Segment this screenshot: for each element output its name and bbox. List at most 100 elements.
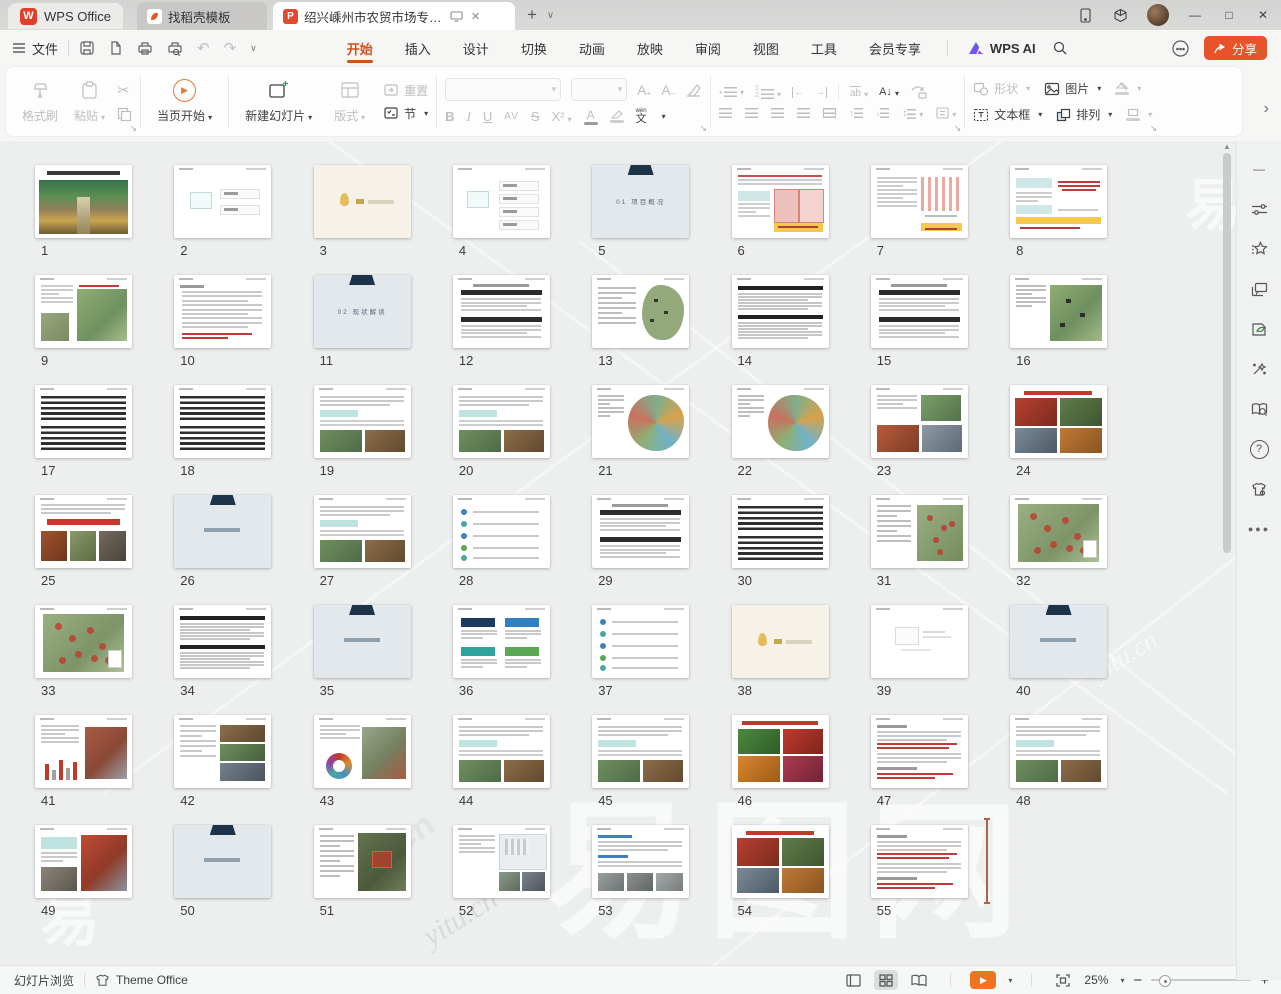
slide-thumbnail-14[interactable] (732, 275, 829, 348)
slide-thumbnail-31[interactable] (871, 495, 968, 568)
menu-tab-5[interactable]: 动画 (563, 30, 621, 66)
picture-button[interactable]: 图片▾ (1044, 80, 1101, 97)
slide-thumbnail-40[interactable] (1010, 605, 1107, 678)
smartart-convert-icon[interactable] (910, 85, 927, 99)
scrollbar-thumb[interactable] (1223, 153, 1231, 553)
slide-thumbnail-46[interactable] (732, 715, 829, 788)
slide-thumbnail-12[interactable] (453, 275, 550, 348)
search-icon[interactable] (1052, 40, 1068, 56)
menu-tab-1[interactable]: 开始 (331, 30, 389, 66)
save-icon[interactable] (79, 40, 95, 56)
theme-name-label[interactable]: Theme Office (116, 973, 188, 987)
app-center-cube-icon[interactable] (1113, 8, 1129, 23)
slide-thumbnail-25[interactable] (35, 495, 132, 568)
find-browse-icon[interactable] (1245, 395, 1273, 423)
slide-thumbnail-32[interactable] (1010, 495, 1107, 568)
slide-thumbnail-20[interactable] (453, 385, 550, 458)
slide-thumbnail-28[interactable] (453, 495, 550, 568)
redo-icon[interactable]: ↷ (224, 39, 237, 57)
distribute-button[interactable] (823, 108, 836, 118)
slide-thumbnail-49[interactable] (35, 825, 132, 898)
slide-thumbnail-35[interactable] (314, 605, 411, 678)
slide-thumbnail-47[interactable] (871, 715, 968, 788)
more-options-icon[interactable]: ●●● (1245, 515, 1273, 543)
fit-to-window-icon[interactable] (1051, 970, 1075, 990)
play-from-current-button[interactable]: ▶ 当页开始▾ (149, 76, 220, 127)
slide-thumbnail-48[interactable] (1010, 715, 1107, 788)
slide-thumbnail-21[interactable] (592, 385, 689, 458)
slide-thumbnail-45[interactable] (592, 715, 689, 788)
textbox-button[interactable]: 文本框▾ (973, 106, 1042, 123)
menu-tab-8[interactable]: 视图 (737, 30, 795, 66)
file-menu[interactable]: 文件 (12, 39, 58, 58)
slide-thumbnail-34[interactable] (174, 605, 271, 678)
slide-thumbnail-50[interactable] (174, 825, 271, 898)
slide-thumbnail-43[interactable] (314, 715, 411, 788)
export-icon[interactable] (109, 40, 123, 56)
char-border-button[interactable]: ab▾ (850, 86, 868, 99)
menu-tab-9[interactable]: 工具 (795, 30, 853, 66)
phonetic-guide-button[interactable]: wén 文 (636, 108, 647, 125)
app-brand[interactable]: W WPS Office (8, 3, 123, 29)
slide-thumbnail-11[interactable]: 02 现状解读 (314, 275, 411, 348)
slide-thumbnail-33[interactable] (35, 605, 132, 678)
maximize-button[interactable]: □ (1221, 8, 1237, 22)
print-icon[interactable] (137, 41, 153, 56)
zoom-slider-knob[interactable] (1159, 975, 1171, 987)
mobile-link-icon[interactable] (1079, 8, 1095, 23)
justify-button[interactable] (797, 108, 810, 118)
slide-thumbnail-51[interactable] (314, 825, 411, 898)
line-spacing-button[interactable]: ↕▾ (902, 108, 923, 119)
tab-list-chevron-icon[interactable]: ∨ (547, 10, 554, 21)
screen-share-icon[interactable] (450, 11, 463, 22)
scroll-up-arrow-icon[interactable]: ▲ (1222, 142, 1232, 151)
assistant-icon[interactable] (1171, 39, 1190, 58)
undo-icon[interactable]: ↶ (197, 39, 210, 57)
slide-thumbnail-54[interactable] (732, 825, 829, 898)
favorites-star-icon[interactable] (1245, 235, 1273, 263)
strikethrough-button[interactable]: S (531, 109, 540, 124)
slide-thumbnail-44[interactable] (453, 715, 550, 788)
slide-sorter-view-icon[interactable] (874, 970, 898, 990)
play-options-chevron-icon[interactable]: ▾ (1008, 976, 1012, 985)
slide-thumbnail-39[interactable] (871, 605, 968, 678)
close-window-button[interactable]: ✕ (1255, 8, 1271, 22)
slide-thumbnail-3[interactable] (314, 165, 411, 238)
slide-thumbnail-42[interactable] (174, 715, 271, 788)
zoom-out-button[interactable]: − (1133, 972, 1142, 989)
shapes-button[interactable]: 形状▾ (973, 80, 1030, 97)
slide-thumbnail-30[interactable] (732, 495, 829, 568)
menu-tab-4[interactable]: 切换 (505, 30, 563, 66)
paste-button[interactable]: 粘贴▾ (66, 76, 113, 127)
format-painter-button[interactable]: 格式刷 (14, 76, 66, 127)
slide-thumbnail-4[interactable] (453, 165, 550, 238)
italic-button[interactable]: I (467, 109, 471, 125)
slide-thumbnail-7[interactable] (871, 165, 968, 238)
dialog-launcher-icon[interactable]: ↘ (1150, 123, 1158, 134)
sign-leaf-icon[interactable] (1245, 315, 1273, 343)
font-color-button[interactable]: A (584, 109, 598, 125)
move-down-button[interactable]: ↓ (876, 108, 890, 118)
dialog-launcher-icon[interactable]: ↘ (130, 123, 138, 134)
vertical-align-button[interactable]: ▾ (936, 107, 956, 119)
slide-thumbnail-24[interactable] (1010, 385, 1107, 458)
share-button[interactable]: 分享 (1204, 36, 1267, 60)
properties-sliders-icon[interactable] (1245, 195, 1273, 223)
slide-thumbnail-41[interactable] (35, 715, 132, 788)
font-size-select[interactable]: ▾ (571, 78, 627, 101)
vertical-scrollbar[interactable]: ▲ (1222, 141, 1232, 966)
bullets-button[interactable]: •▾ (719, 87, 744, 97)
align-center-button[interactable] (745, 108, 758, 118)
reading-view-icon[interactable] (907, 970, 931, 990)
menu-tab-6[interactable]: 放映 (621, 30, 679, 66)
shrink-font-button[interactable]: A− (661, 82, 675, 98)
slide-thumbnail-6[interactable] (732, 165, 829, 238)
slide-thumbnail-16[interactable] (1010, 275, 1107, 348)
copy-icon[interactable] (117, 107, 132, 122)
slide-thumbnail-52[interactable] (453, 825, 550, 898)
toolbar-chevron-icon[interactable]: ∨ (250, 43, 257, 54)
slide-thumbnail-13[interactable] (592, 275, 689, 348)
slide-thumbnail-1[interactable] (35, 165, 132, 238)
zoom-chevron-icon[interactable]: ▾ (1120, 976, 1124, 985)
cut-icon[interactable]: ✂ (117, 81, 132, 99)
